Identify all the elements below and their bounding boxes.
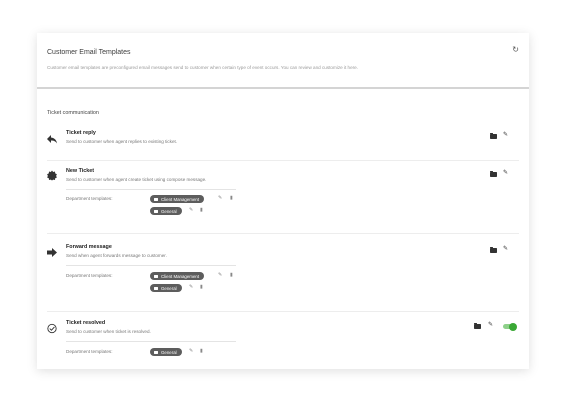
item-divider bbox=[66, 265, 236, 266]
department-templates-label: Department templates: bbox=[66, 349, 113, 354]
department-templates-label: Department templates: bbox=[66, 273, 113, 278]
chip-label: General bbox=[161, 285, 177, 291]
check-circle-icon bbox=[47, 323, 57, 333]
forward-icon bbox=[47, 247, 57, 257]
toggle-knob bbox=[509, 322, 517, 331]
folder-icon[interactable] bbox=[490, 246, 497, 253]
delete-icon[interactable]: ▮ bbox=[200, 208, 203, 213]
enabled-toggle[interactable] bbox=[503, 322, 517, 331]
page-subtitle: Customer email templates are preconfigur… bbox=[47, 65, 358, 70]
refresh-icon[interactable]: ↻ bbox=[512, 46, 519, 54]
edit-icon[interactable]: ✎ bbox=[503, 246, 508, 252]
template-item-forward-message: Forward message Send when agent forwards… bbox=[37, 244, 529, 304]
item-separator bbox=[47, 311, 519, 312]
folder-icon bbox=[154, 274, 158, 278]
department-chip-general[interactable]: General bbox=[150, 348, 182, 356]
folder-icon[interactable] bbox=[474, 322, 481, 329]
item-divider bbox=[66, 189, 236, 190]
page-title: Customer Email Templates bbox=[47, 49, 131, 56]
delete-icon[interactable]: ▮ bbox=[200, 349, 203, 354]
edit-icon[interactable]: ✎ bbox=[503, 132, 508, 138]
folder-icon[interactable] bbox=[490, 132, 497, 139]
folder-icon[interactable] bbox=[490, 170, 497, 177]
panel-header: Customer Email Templates Customer email … bbox=[37, 33, 529, 89]
template-item-ticket-reply: Ticket reply Send to customer when agent… bbox=[37, 130, 529, 160]
section-label: Ticket communication bbox=[47, 110, 99, 116]
department-templates-label: Department templates: bbox=[66, 196, 113, 201]
template-description: Send when agent forwards message to cust… bbox=[66, 253, 167, 258]
template-item-new-ticket: New Ticket Send to customer when agent c… bbox=[37, 168, 529, 226]
template-item-ticket-resolved: Ticket resolved Send to customer when ti… bbox=[37, 320, 529, 369]
template-description: Send to customer when agent create ticke… bbox=[66, 177, 207, 182]
template-title: Ticket resolved bbox=[66, 320, 106, 326]
department-chip-general[interactable]: General bbox=[150, 207, 182, 215]
template-description: Send to customer when agent replies to e… bbox=[66, 139, 178, 144]
edit-icon[interactable]: ✎ bbox=[503, 170, 508, 176]
reply-icon bbox=[47, 134, 57, 144]
department-chip-client-management[interactable]: Client Management bbox=[150, 195, 205, 203]
delete-icon[interactable]: ▮ bbox=[230, 273, 233, 278]
template-title: New Ticket bbox=[66, 168, 95, 174]
folder-icon bbox=[154, 286, 158, 290]
edit-icon[interactable]: ✎ bbox=[189, 285, 193, 290]
edit-icon[interactable]: ✎ bbox=[218, 273, 222, 278]
chip-label: Client Management bbox=[161, 196, 200, 202]
item-separator bbox=[47, 233, 519, 234]
chip-label: Client Management bbox=[161, 273, 200, 279]
template-description: Send to customer when ticket is resolved… bbox=[66, 329, 151, 334]
badge-icon bbox=[47, 170, 57, 180]
folder-icon bbox=[154, 197, 158, 201]
item-separator bbox=[47, 160, 519, 161]
folder-icon bbox=[154, 350, 158, 354]
template-title: Forward message bbox=[66, 244, 112, 250]
item-divider bbox=[66, 341, 236, 342]
edit-icon[interactable]: ✎ bbox=[488, 322, 493, 328]
folder-icon bbox=[154, 209, 158, 213]
edit-icon[interactable]: ✎ bbox=[218, 196, 222, 201]
department-chip-client-management[interactable]: Client Management bbox=[150, 272, 205, 280]
edit-icon[interactable]: ✎ bbox=[189, 349, 193, 354]
edit-icon[interactable]: ✎ bbox=[189, 208, 193, 213]
delete-icon[interactable]: ▮ bbox=[200, 285, 203, 290]
department-chip-general[interactable]: General bbox=[150, 284, 182, 292]
email-templates-panel: Customer Email Templates Customer email … bbox=[37, 33, 529, 369]
chip-label: General bbox=[161, 208, 177, 214]
delete-icon[interactable]: ▮ bbox=[230, 196, 233, 201]
template-title: Ticket reply bbox=[66, 130, 96, 136]
chip-label: General bbox=[161, 349, 177, 355]
